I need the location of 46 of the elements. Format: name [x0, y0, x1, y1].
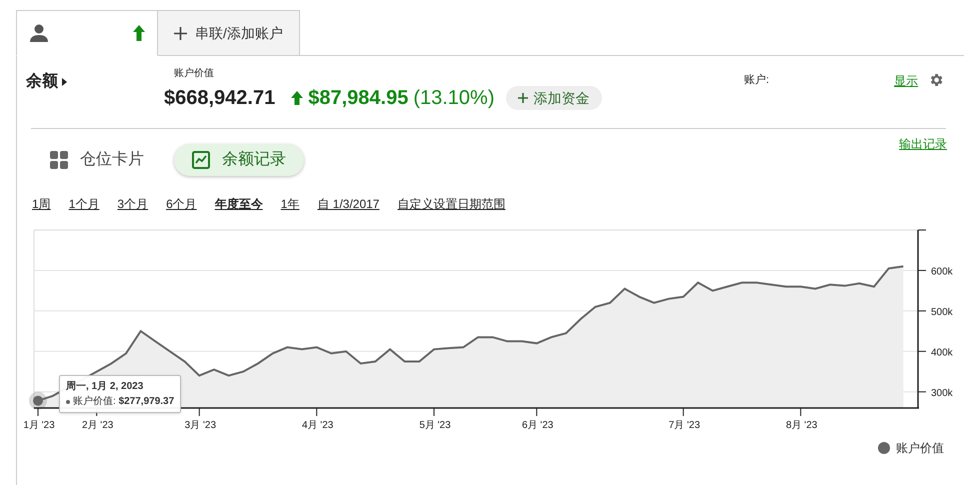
view-toggle[interactable]: 余额记录: [174, 144, 304, 176]
range-link[interactable]: 自定义设置日期范围: [397, 195, 506, 213]
range-link[interactable]: 1年: [280, 195, 300, 213]
account-tab[interactable]: [16, 10, 158, 56]
hover-marker: [29, 392, 47, 410]
grid-icon: [50, 151, 68, 169]
add-funds-button[interactable]: 添加资金: [506, 86, 602, 110]
account-label: 账户:: [744, 72, 770, 88]
caret-icon: [62, 78, 67, 86]
account-tab[interactable]: 串联/添加账户: [158, 10, 300, 56]
range-link[interactable]: 3个月: [117, 195, 148, 213]
x-tick-label: 4月 '23: [302, 420, 334, 431]
x-tick-label: 2月 '23: [82, 420, 114, 431]
x-tick-label: 3月 '23: [184, 420, 216, 431]
x-tick-label: 7月 '23: [668, 420, 700, 431]
line-chart-icon: [192, 151, 210, 169]
x-tick-label: 5月 '23: [419, 420, 451, 431]
balance-title[interactable]: 余额: [26, 70, 58, 94]
x-tick-label: 6月 '23: [522, 420, 554, 431]
tooltip-value: 账户价值: $277,979.37: [73, 394, 174, 409]
range-link[interactable]: 6个月: [166, 195, 197, 213]
y-tick-label: 300k: [931, 388, 953, 399]
settings-icon[interactable]: [928, 72, 944, 88]
tooltip-date: 周一, 1月 2, 2023: [66, 380, 144, 394]
value-change: $87,984.95: [308, 86, 408, 111]
range-link[interactable]: 1个月: [68, 195, 100, 213]
account-value: $668,942.71: [164, 86, 276, 111]
x-tick-label: 1月 '23: [23, 420, 55, 431]
view-toggle[interactable]: 仓位卡片: [33, 144, 154, 176]
show-link[interactable]: 显示: [894, 72, 918, 90]
range-link[interactable]: 自 1/3/2017: [317, 195, 380, 213]
x-tick-label: 8月 '23: [786, 420, 818, 431]
y-tick-label: 500k: [931, 306, 953, 318]
legend-label[interactable]: 账户价值: [896, 439, 944, 457]
range-link[interactable]: 1周: [32, 195, 51, 213]
plus-icon: [518, 93, 528, 103]
plus-icon: [174, 26, 187, 40]
person-icon: [29, 23, 49, 43]
y-tick-label: 400k: [931, 347, 953, 358]
value-label: 账户价值: [174, 66, 215, 81]
export-link[interactable]: 输出记录: [899, 135, 947, 153]
range-link[interactable]: 年度至今: [214, 195, 263, 213]
y-tick-label: 600k: [931, 266, 953, 278]
up-arrow-icon: [291, 91, 304, 105]
change-percent: (13.10%): [413, 86, 494, 111]
up-arrow-icon: [133, 25, 145, 41]
